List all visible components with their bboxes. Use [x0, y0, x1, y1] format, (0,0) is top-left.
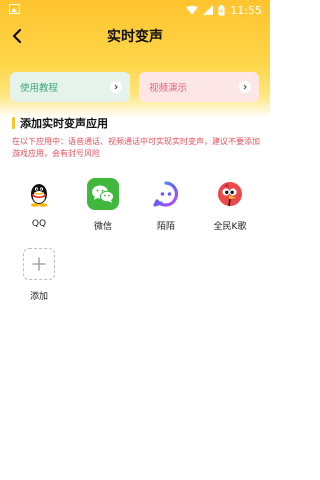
image-notification-icon	[9, 4, 20, 14]
chevron-right-icon	[239, 81, 251, 93]
section-title: 添加实时变声应用	[20, 117, 108, 130]
app-label-momo: 陌陌	[156, 222, 175, 232]
wifi-icon	[186, 5, 198, 15]
chevron-right-icon	[110, 81, 122, 93]
app-item-wechat[interactable]: 微信	[78, 178, 128, 232]
add-app-button[interactable]: 添加	[14, 248, 64, 302]
momo-icon	[150, 178, 182, 210]
battery-icon	[218, 4, 225, 15]
app-item-kge[interactable]: 全民K歌	[205, 178, 255, 232]
add-app-label: 添加	[29, 292, 48, 302]
signal-icon	[203, 5, 214, 15]
section-warning-text: 在以下应用中：语音通话、视频通话中可实现实时变声，建议不要添加游戏应用，会有封号…	[12, 137, 260, 158]
qq-icon	[23, 178, 55, 210]
tutorial-card-label: 使用教程	[20, 83, 59, 94]
wechat-icon	[87, 178, 119, 210]
video-demo-card-label: 视频演示	[149, 83, 188, 94]
section-accent-bar	[12, 117, 15, 129]
app-item-momo[interactable]: 陌陌	[141, 178, 191, 232]
app-label-wechat: 微信	[93, 222, 112, 232]
app-label-kge: 全民K歌	[213, 222, 247, 232]
plus-icon	[23, 248, 55, 280]
app-label-qq: QQ	[31, 219, 47, 229]
page-title: 实时变声	[107, 29, 163, 45]
title-bar: 实时变声	[0, 22, 270, 50]
tutorial-card[interactable]: 使用教程	[10, 72, 130, 102]
kge-icon	[214, 178, 246, 210]
status-bar: 11:55	[0, 0, 270, 20]
video-demo-card[interactable]: 视频演示	[139, 72, 259, 102]
status-time: 11:55	[230, 3, 262, 17]
app-item-qq[interactable]: QQ	[14, 178, 64, 229]
